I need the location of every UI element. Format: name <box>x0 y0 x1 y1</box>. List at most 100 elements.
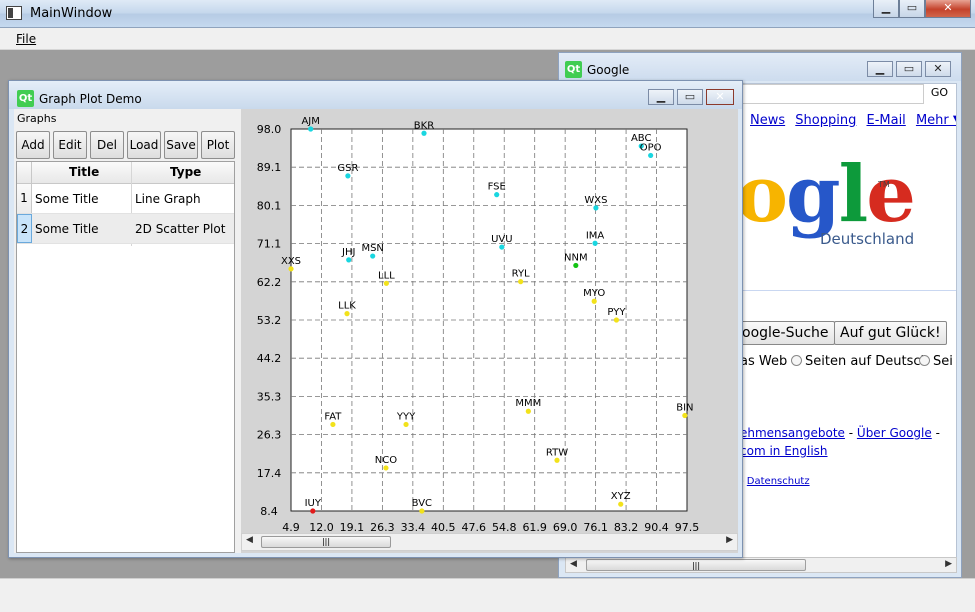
radio-german[interactable]: Seiten auf Deutsch <box>791 354 929 369</box>
data-point[interactable] <box>421 130 427 136</box>
table-row[interactable]: 2 Some Title 2D Scatter Plot <box>17 214 234 244</box>
maximize-button[interactable]: ▭ <box>899 0 925 18</box>
plot-area[interactable]: 4.9 12.0 19.1 26.3 33.4 40.5 47.6 54.8 61.9 69.0 7… <box>241 109 738 553</box>
scroll-right-icon[interactable]: ▶ <box>726 535 733 545</box>
data-point[interactable] <box>330 421 336 428</box>
link-business[interactable]: ehmensangebote <box>740 426 845 440</box>
go-button[interactable]: GO <box>931 86 948 99</box>
google-close-button[interactable]: ✕ <box>925 61 951 77</box>
link-shopping[interactable]: Shopping <box>795 113 856 128</box>
close-button[interactable]: ✕ <box>925 0 971 18</box>
data-point[interactable] <box>525 408 531 414</box>
data-point[interactable] <box>593 205 599 211</box>
x-tick-label: 19.1 <box>340 521 365 533</box>
data-point[interactable] <box>499 244 505 250</box>
cell-type[interactable]: Line Graph <box>135 192 201 206</box>
plot-button[interactable]: Plot <box>201 131 235 159</box>
qt-icon: Qt <box>17 90 34 107</box>
row-number[interactable]: 1 <box>17 184 32 213</box>
radio-web-label[interactable]: as Web <box>740 354 787 369</box>
data-point[interactable] <box>310 508 316 514</box>
google-maximize-button[interactable]: ▭ <box>896 61 922 77</box>
graph-plot-subwindow[interactable]: Qt Graph Plot Demo ▁ ▭ ✕ Graphs Add Edit… <box>8 80 743 558</box>
scroll-left-icon[interactable]: ◀ <box>246 535 253 545</box>
x-tick-label: 83.2 <box>614 521 639 533</box>
x-tick-label: 61.9 <box>522 521 547 533</box>
y-tick-label: 89.1 <box>257 161 282 174</box>
data-point[interactable] <box>573 262 579 269</box>
save-button[interactable]: Save <box>164 131 198 159</box>
data-point[interactable] <box>592 240 598 246</box>
data-point[interactable] <box>419 508 425 514</box>
google-minimize-button[interactable]: ▁ <box>867 61 893 77</box>
link-privacy[interactable]: Datenschutz <box>747 476 810 487</box>
plot-maximize-button[interactable]: ▭ <box>677 89 703 105</box>
google-horizontal-scrollbar[interactable]: ◀ ||| ▶ <box>565 557 957 573</box>
table-row[interactable]: 1 Some Title Line Graph <box>17 184 234 214</box>
y-tick-label: 8.4 <box>260 505 278 518</box>
row-number[interactable]: 2 <box>17 214 32 243</box>
cell-title[interactable]: Some Title <box>35 192 99 206</box>
data-point[interactable] <box>648 152 654 159</box>
cell-type[interactable]: 2D Scatter Plot <box>135 222 225 236</box>
data-point[interactable] <box>370 253 376 259</box>
plot-minimize-button[interactable]: ▁ <box>648 89 674 105</box>
data-point[interactable] <box>618 501 624 507</box>
data-point[interactable] <box>345 173 351 179</box>
header-title[interactable]: Title <box>69 165 99 179</box>
x-tick-label: 33.4 <box>401 521 426 533</box>
plot-close-button[interactable]: ✕ <box>706 89 734 105</box>
point-label: XXS <box>281 256 301 267</box>
radio-more[interactable]: Sei <box>919 354 953 369</box>
scroll-right-icon[interactable]: ▶ <box>945 559 952 569</box>
data-point[interactable] <box>613 317 620 323</box>
point-label: BIN <box>676 403 693 414</box>
point-label: YYY <box>396 411 416 422</box>
link-about[interactable]: Über Google <box>857 426 932 440</box>
data-point[interactable] <box>682 412 688 419</box>
edit-button[interactable]: Edit <box>53 131 87 159</box>
data-point[interactable] <box>344 311 350 317</box>
x-tick-label: 26.3 <box>370 521 395 533</box>
data-point[interactable] <box>403 421 409 428</box>
scroll-left-icon[interactable]: ◀ <box>570 559 577 569</box>
data-point[interactable] <box>288 266 294 272</box>
data-point[interactable] <box>383 465 389 471</box>
main-titlebar: MainWindow ▁ ▭ ✕ <box>0 0 975 28</box>
data-point[interactable] <box>308 126 314 132</box>
google-tagline: Deutschland <box>820 230 915 248</box>
cell-title[interactable]: Some Title <box>35 222 99 236</box>
load-button[interactable]: Load <box>127 131 161 159</box>
x-tick-label: 69.0 <box>553 521 578 533</box>
menu-file[interactable]: File <box>16 32 36 46</box>
scroll-thumb[interactable]: ||| <box>586 559 806 571</box>
add-button[interactable]: Add <box>16 131 50 159</box>
link-english[interactable]: com in English <box>740 444 828 458</box>
google-logo: ogle <box>736 149 916 240</box>
plot-horizontal-scrollbar[interactable]: ◀ ||| ▶ <box>241 533 738 551</box>
link-more[interactable]: Mehr ▼ <box>916 113 956 128</box>
data-point[interactable] <box>554 457 560 463</box>
url-input[interactable] <box>736 84 924 104</box>
data-point[interactable] <box>591 298 597 304</box>
link-email[interactable]: E-Mail <box>866 113 905 128</box>
google-nav-links: News Shopping E-Mail Mehr ▼ i <box>750 113 956 128</box>
graphs-table[interactable]: Title Type 1 Some Title Line Graph 2 Som… <box>16 161 235 553</box>
scroll-thumb[interactable]: ||| <box>261 536 391 548</box>
point-label: PYY <box>607 307 626 318</box>
lucky-button[interactable]: Auf gut Glück! <box>834 321 947 345</box>
point-label: FAT <box>324 411 342 422</box>
link-news[interactable]: News <box>750 113 785 128</box>
data-point[interactable] <box>346 257 352 263</box>
minimize-button[interactable]: ▁ <box>873 0 899 18</box>
point-label: FSE <box>488 182 506 193</box>
y-tick-label: 44.2 <box>257 352 282 365</box>
x-tick-label: 12.0 <box>309 521 334 533</box>
header-type[interactable]: Type <box>170 165 201 179</box>
google-search-button[interactable]: oogle-Suche <box>736 321 835 345</box>
data-point[interactable] <box>494 192 500 198</box>
y-tick-label: 98.0 <box>257 123 282 136</box>
data-point[interactable] <box>518 279 524 285</box>
delete-button[interactable]: Del <box>90 131 124 159</box>
data-point[interactable] <box>383 280 389 286</box>
